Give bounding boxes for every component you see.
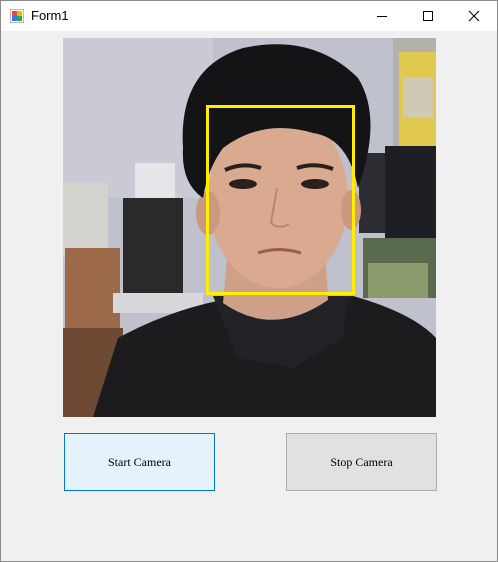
title-bar[interactable]: Form1 <box>1 1 497 31</box>
form-window: Form1 Start Camera Stop Camera <box>0 0 498 562</box>
webcam-feed-image <box>63 38 436 417</box>
minimize-icon <box>377 16 387 17</box>
close-icon <box>468 10 480 22</box>
stop-camera-button[interactable]: Stop Camera <box>286 433 437 491</box>
close-button[interactable] <box>451 1 497 31</box>
start-camera-button[interactable]: Start Camera <box>64 433 215 491</box>
maximize-button[interactable] <box>405 1 451 31</box>
maximize-icon <box>423 11 433 21</box>
minimize-button[interactable] <box>359 1 405 31</box>
app-icon <box>10 9 24 23</box>
camera-picture-box <box>63 38 436 417</box>
window-title: Form1 <box>31 8 69 23</box>
